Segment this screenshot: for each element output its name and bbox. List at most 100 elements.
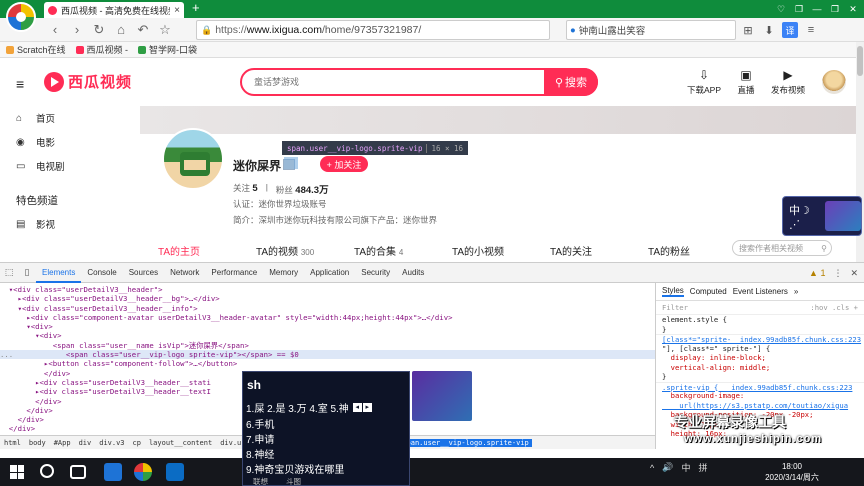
devtools-close-icon[interactable]: ✕ xyxy=(850,263,858,283)
bookmark-star-icon[interactable]: ☆ xyxy=(154,22,176,38)
dom-node-line[interactable]: <span class="user__name isVip">迷你屎界</spa… xyxy=(0,341,655,350)
style-rule-line[interactable]: url(https://s3.pstatp.com/toutiao/xigua xyxy=(656,401,864,411)
tab-close-icon[interactable]: × xyxy=(174,5,180,16)
user-avatar[interactable] xyxy=(822,70,846,94)
selected-node-marker[interactable]: ... xyxy=(0,350,13,359)
upload-video-button[interactable]: ▶ 发布视频 xyxy=(768,68,808,96)
apps-icon[interactable]: ⊞ xyxy=(740,22,756,38)
taskbar-clock[interactable]: 18:00 2020/3/14/周六 xyxy=(742,461,842,483)
styles-tab-more[interactable]: » xyxy=(794,287,798,296)
bookmark-zhixue[interactable]: 智学网-口袋 xyxy=(138,43,197,56)
search-works-input[interactable]: 搜索作者相关视频 ⚲ xyxy=(732,240,832,256)
address-bar[interactable]: 🔒 https:// www.ixigua.com /home/97357321… xyxy=(196,20,550,40)
ime-next-page-icon[interactable]: ▸ xyxy=(362,403,372,412)
ime-footer-sticker[interactable]: 斗图 xyxy=(286,476,301,486)
ime-prev-page-icon[interactable]: ◂ xyxy=(352,403,362,412)
translate-icon[interactable]: 译 xyxy=(782,22,798,38)
devtools-tab-console[interactable]: Console xyxy=(81,263,122,283)
breadcrumb-item[interactable]: cp xyxy=(133,439,141,447)
styles-tab-styles[interactable]: Styles xyxy=(662,286,684,297)
close-window-button[interactable]: ✕ xyxy=(846,0,860,18)
breadcrumb-item[interactable]: layout__content xyxy=(149,439,212,447)
style-rule-line[interactable]: [class*="sprite- index.99adb85f.chunk.cs… xyxy=(656,334,864,344)
styles-filter-options[interactable]: :hov .cls + xyxy=(810,303,858,312)
maximize-button[interactable]: ❐ xyxy=(828,0,842,18)
styles-tab-event-listeners[interactable]: Event Listeners xyxy=(733,287,788,296)
tab-videos[interactable]: TA的视频 300 xyxy=(256,243,354,258)
inspect-element-icon[interactable]: ⬚ xyxy=(0,267,18,278)
browser-search-box[interactable]: ● 钟南山露出笑容 xyxy=(566,20,736,40)
site-search-input[interactable] xyxy=(254,74,534,90)
ime-mode-icon[interactable]: 拼 xyxy=(698,461,707,474)
sidebar-item-film[interactable]: ▤ 影视 xyxy=(0,212,140,236)
favorite-window-icon[interactable]: ♡ xyxy=(774,0,788,18)
home-icon[interactable]: ⌂ xyxy=(110,22,132,37)
devtools-tab-application[interactable]: Application xyxy=(304,263,355,283)
dom-node-line[interactable]: ▸<div class="userDetailV3__header__bg">…… xyxy=(0,294,655,303)
tab-following[interactable]: TA的关注 xyxy=(550,243,648,258)
windows-start-icon[interactable] xyxy=(10,465,24,479)
device-toolbar-icon[interactable]: ▯ xyxy=(18,267,36,278)
following-stat[interactable]: 关注 5 xyxy=(233,182,258,196)
ime-first-row-candidates[interactable]: 1.屎 2.是 3.万 4.室 5.神 xyxy=(246,400,349,415)
forward-icon[interactable]: › xyxy=(66,22,88,37)
taskview-icon[interactable] xyxy=(70,465,86,479)
browser-logo-icon[interactable] xyxy=(6,2,36,32)
tray-expand-icon[interactable]: ^ xyxy=(650,463,654,473)
devtools-tab-audits[interactable]: Audits xyxy=(396,263,430,283)
tab-short-videos[interactable]: TA的小视频 xyxy=(452,243,550,258)
dom-node-line[interactable]: ▸<button class="component-follow">…</but… xyxy=(0,359,655,368)
undo-close-icon[interactable]: ↶ xyxy=(132,22,154,38)
styles-tab-computed[interactable]: Computed xyxy=(690,287,727,296)
dom-node-line[interactable]: ▾<div> xyxy=(0,322,655,331)
sidebar-item-tv[interactable]: ▭ 电视剧 xyxy=(0,154,140,178)
screen-recorder-taskbar-icon[interactable] xyxy=(166,463,184,481)
devtools-tab-memory[interactable]: Memory xyxy=(263,263,304,283)
site-search-button[interactable]: ⚲ 搜索 xyxy=(544,68,598,96)
sidebar-item-movie[interactable]: ◉ 电影 xyxy=(0,130,140,154)
ime-candidate[interactable]: 6.手机 xyxy=(246,416,274,431)
browser-tab-active[interactable]: 西瓜视频 - 高清免费在线视频 × xyxy=(44,2,184,18)
download-app-button[interactable]: ⇩ 下载APP xyxy=(684,68,724,96)
warning-badge[interactable]: ▲ 1 xyxy=(809,263,825,283)
browser-taskbar-icon[interactable] xyxy=(134,463,152,481)
scrollbar-thumb[interactable] xyxy=(857,46,863,76)
follow-button[interactable]: + 加关注 xyxy=(320,156,368,172)
ime-footer-suggest[interactable]: 联想 xyxy=(253,476,268,486)
new-tab-button[interactable]: + xyxy=(192,1,200,15)
devtools-menu-icon[interactable]: ⋮ xyxy=(833,263,842,283)
breadcrumb-item[interactable]: #App xyxy=(54,439,71,447)
devtools-tab-performance[interactable]: Performance xyxy=(205,263,263,283)
volume-icon[interactable]: 🔊 xyxy=(662,462,673,473)
profile-avatar[interactable] xyxy=(162,128,224,190)
input-language-icon[interactable]: 中 xyxy=(681,461,690,474)
skin-window-icon[interactable]: ❒ xyxy=(792,0,806,18)
floating-ad[interactable]: 中☽ ⋰ xyxy=(782,196,862,236)
bookmark-scratch[interactable]: Scratch在线 xyxy=(6,43,66,56)
fans-stat[interactable]: 粉丝 484.3万 xyxy=(276,182,329,196)
reload-icon[interactable]: ↻ xyxy=(88,22,110,38)
styles-filter[interactable]: Filter :hov .cls + xyxy=(656,301,864,315)
devtools-tab-sources[interactable]: Sources xyxy=(123,263,164,283)
breadcrumb-item[interactable]: div.v3 xyxy=(99,439,124,447)
breadcrumb-item[interactable]: div xyxy=(79,439,92,447)
minimize-button[interactable]: — xyxy=(810,0,824,18)
menu-icon[interactable]: ≡ xyxy=(803,22,819,38)
dom-node-line[interactable]: ▸<div class="component-avatar userDetail… xyxy=(0,313,655,322)
tab-home[interactable]: TA的主页 xyxy=(158,243,256,258)
sidebar-item-home[interactable]: ⌂ 首页 xyxy=(0,106,140,130)
ime-candidate[interactable]: 9.神奇宝贝游戏在哪里 xyxy=(246,461,344,476)
devtools-tab-elements[interactable]: Elements xyxy=(36,263,82,283)
dom-node-line[interactable]: ▾<div> xyxy=(0,331,655,340)
devtools-tab-security[interactable]: Security xyxy=(355,263,396,283)
breadcrumb-item[interactable]: body xyxy=(29,439,46,447)
ime-candidate[interactable]: 7.申请 xyxy=(246,431,274,446)
selected-dom-node[interactable]: ... <span class="user__vip-logo sprite-v… xyxy=(0,350,655,360)
style-rule-line[interactable]: .sprite-vip { index.99adb85f.chunk.css:2… xyxy=(656,381,864,392)
dom-node-line[interactable]: ▾<div class="userDetailV3__header__info"… xyxy=(0,304,655,313)
breadcrumb-item[interactable]: span.user__vip-logo.sprite-vip xyxy=(399,438,532,447)
tab-collections[interactable]: TA的合集 4 xyxy=(354,243,452,258)
breadcrumb-item[interactable]: html xyxy=(4,439,21,447)
download-icon[interactable]: ⬇ xyxy=(761,22,777,38)
taskbar-search-icon[interactable] xyxy=(40,464,54,478)
